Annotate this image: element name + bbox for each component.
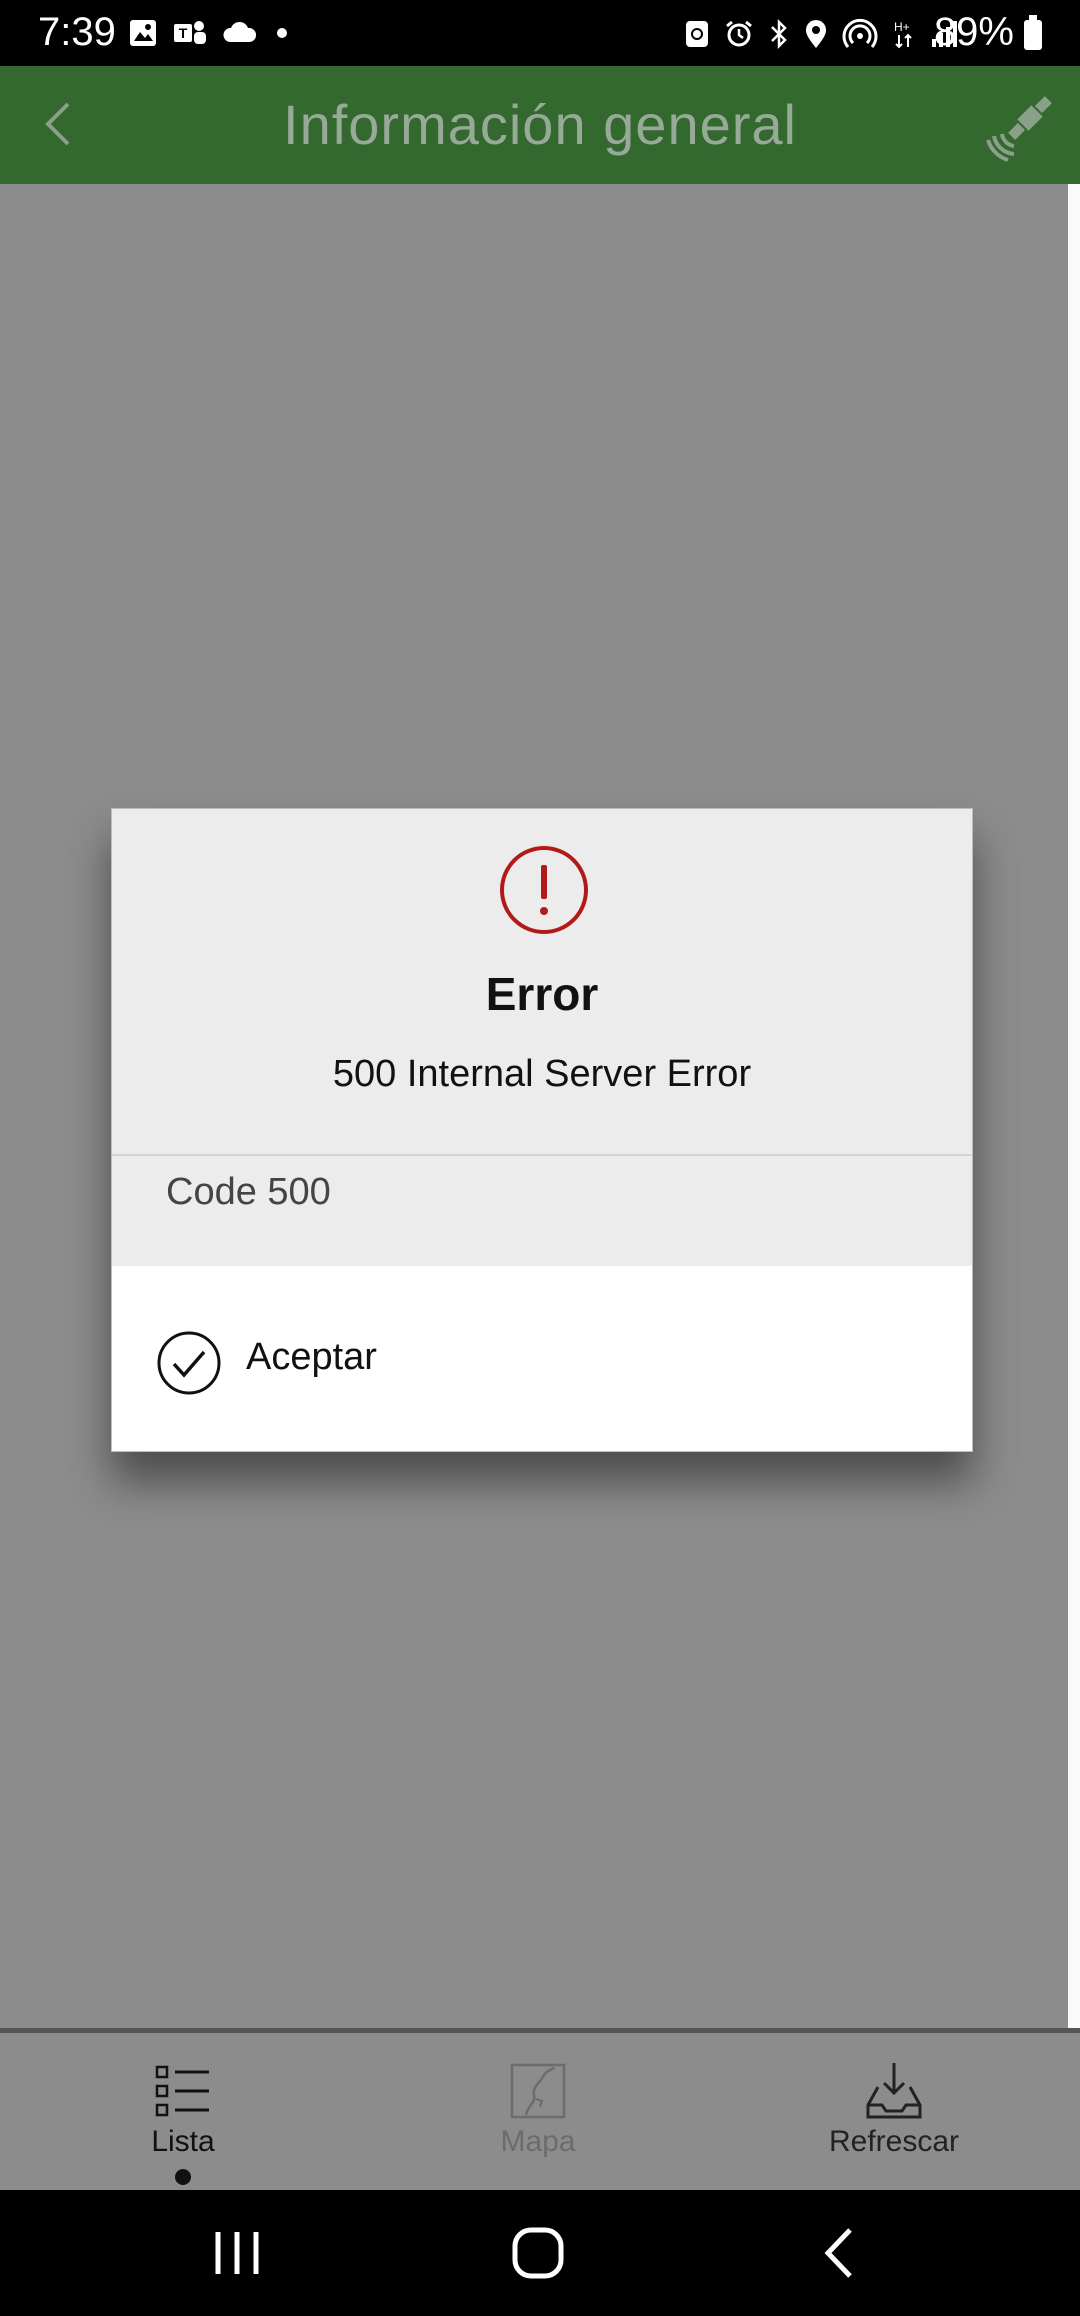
nav-label-lista: Lista [151, 2125, 215, 2158]
bottom-nav: Lista Mapa Refrescar [0, 2028, 1080, 2195]
error-code: Code 500 [166, 1171, 331, 1213]
dot-icon [277, 28, 287, 38]
accept-button[interactable]: Aceptar [112, 1266, 972, 1451]
nfc-icon [686, 21, 708, 47]
alarm-icon [726, 20, 752, 47]
list-icon [155, 2065, 209, 2117]
recent-apps-icon[interactable] [202, 2218, 272, 2288]
dialog-title: Error [485, 968, 599, 1020]
check-circle-icon [157, 1331, 221, 1395]
status-bar: 7:39 T H+ 89% [0, 0, 1080, 66]
status-left-icons: T [128, 18, 292, 48]
svg-text:H+: H+ [894, 20, 910, 34]
battery-icon [1024, 15, 1042, 50]
nav-label-mapa: Mapa [500, 2125, 576, 2158]
cloud-icon [223, 21, 257, 42]
gps-button[interactable] [984, 88, 1060, 164]
error-dialog: Error 500 Internal Server Error Code 500… [111, 808, 973, 1452]
accept-label: Aceptar [246, 1336, 377, 1378]
nav-item-refrescar[interactable]: Refrescar [774, 2033, 1014, 2195]
home-icon[interactable] [503, 2218, 573, 2288]
download-tray-icon [866, 2063, 922, 2119]
satellite-icon [986, 96, 1052, 162]
hotspot-icon [842, 18, 878, 48]
dialog-message: 500 Internal Server Error [332, 1053, 752, 1095]
back-icon[interactable] [806, 2218, 876, 2288]
dialog-divider [112, 1154, 972, 1156]
map-icon [510, 2063, 566, 2119]
content-edge [1068, 184, 1080, 2028]
bluetooth-icon [771, 18, 787, 50]
system-nav-bar [0, 2190, 1080, 2316]
app-bar: Información general [0, 66, 1080, 184]
nav-label-refrescar: Refrescar [828, 2125, 960, 2158]
battery-percentage: 89% [933, 10, 1014, 54]
svg-text:T: T [179, 25, 188, 41]
hplus-icon: H+ [894, 20, 912, 49]
active-indicator [175, 2169, 191, 2185]
status-right-icons: H+ [684, 18, 960, 50]
alert-circle-icon [500, 846, 588, 934]
teams-icon: T [174, 21, 206, 44]
status-time: 7:39 [38, 10, 116, 54]
nav-item-mapa[interactable]: Mapa [418, 2033, 658, 2195]
page-title: Información general [283, 93, 797, 156]
gallery-icon [130, 20, 156, 46]
nav-item-lista[interactable]: Lista [63, 2033, 303, 2195]
location-icon [806, 20, 826, 48]
